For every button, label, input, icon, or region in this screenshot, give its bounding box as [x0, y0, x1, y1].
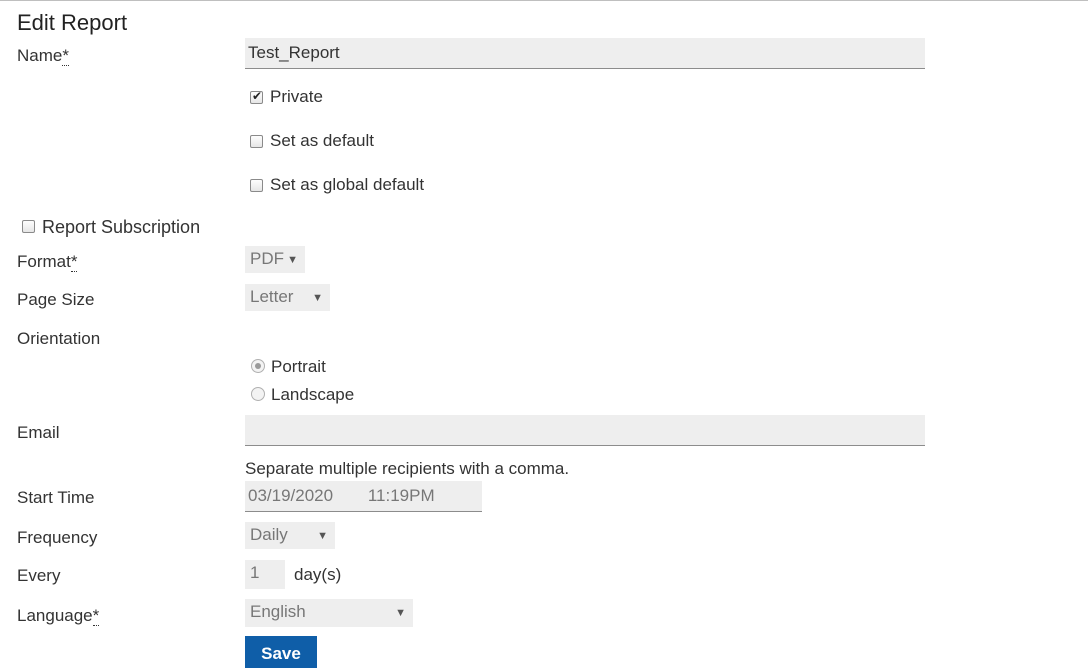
- format-select[interactable]: PDF ▼: [245, 246, 305, 273]
- start-time-input[interactable]: 03/19/2020 11:19PM: [245, 481, 482, 512]
- page-size-label: Page Size: [17, 290, 95, 309]
- save-button[interactable]: Save: [245, 636, 317, 668]
- name-input[interactable]: Test_Report: [245, 38, 925, 69]
- email-help-text: Separate multiple recipients with a comm…: [245, 459, 570, 478]
- start-time-label: Start Time: [17, 488, 95, 507]
- orientation-label: Orientation: [17, 329, 101, 348]
- set-default-checkbox[interactable]: [250, 135, 263, 148]
- portrait-radio[interactable]: [251, 359, 265, 373]
- email-input[interactable]: [245, 415, 925, 446]
- portrait-label: Portrait: [271, 357, 326, 376]
- format-label: Format*: [17, 252, 78, 272]
- start-date-value: 03/19/2020: [248, 486, 334, 505]
- private-label: Private: [270, 87, 323, 106]
- landscape-label: Landscape: [271, 385, 355, 404]
- page-size-value: Letter: [250, 287, 294, 306]
- set-default-label: Set as default: [270, 131, 374, 150]
- start-time-value: 11:19PM: [367, 486, 435, 505]
- every-unit: day(s): [294, 565, 342, 584]
- landscape-radio[interactable]: [251, 387, 265, 401]
- frequency-label: Frequency: [17, 528, 98, 547]
- required-mark: *: [70, 252, 78, 272]
- report-subscription-checkbox[interactable]: [22, 220, 35, 233]
- language-select[interactable]: English ▼: [245, 599, 413, 627]
- frequency-select[interactable]: Daily ▼: [245, 522, 335, 549]
- caret-down-icon: ▼: [317, 530, 328, 542]
- page-title: Edit Report: [17, 10, 128, 35]
- private-checkbox[interactable]: [250, 89, 263, 104]
- name-label: Name*: [17, 46, 69, 66]
- set-global-default-checkbox[interactable]: [250, 179, 263, 192]
- report-subscription-label: Report Subscription: [42, 217, 201, 237]
- caret-down-icon: ▼: [312, 292, 323, 304]
- every-input[interactable]: 1: [245, 560, 285, 589]
- email-label: Email: [17, 423, 60, 442]
- format-value: PDF: [250, 249, 284, 268]
- every-label: Every: [17, 566, 61, 585]
- caret-down-icon: ▼: [395, 607, 406, 619]
- language-value: English: [250, 602, 306, 621]
- caret-down-icon: ▼: [287, 254, 298, 266]
- frequency-value: Daily: [250, 525, 288, 544]
- page-size-select[interactable]: Letter ▼: [245, 284, 330, 311]
- required-mark: *: [92, 606, 100, 626]
- set-global-default-label: Set as global default: [270, 175, 425, 194]
- required-mark: *: [62, 46, 69, 66]
- language-label: Language*: [17, 606, 100, 626]
